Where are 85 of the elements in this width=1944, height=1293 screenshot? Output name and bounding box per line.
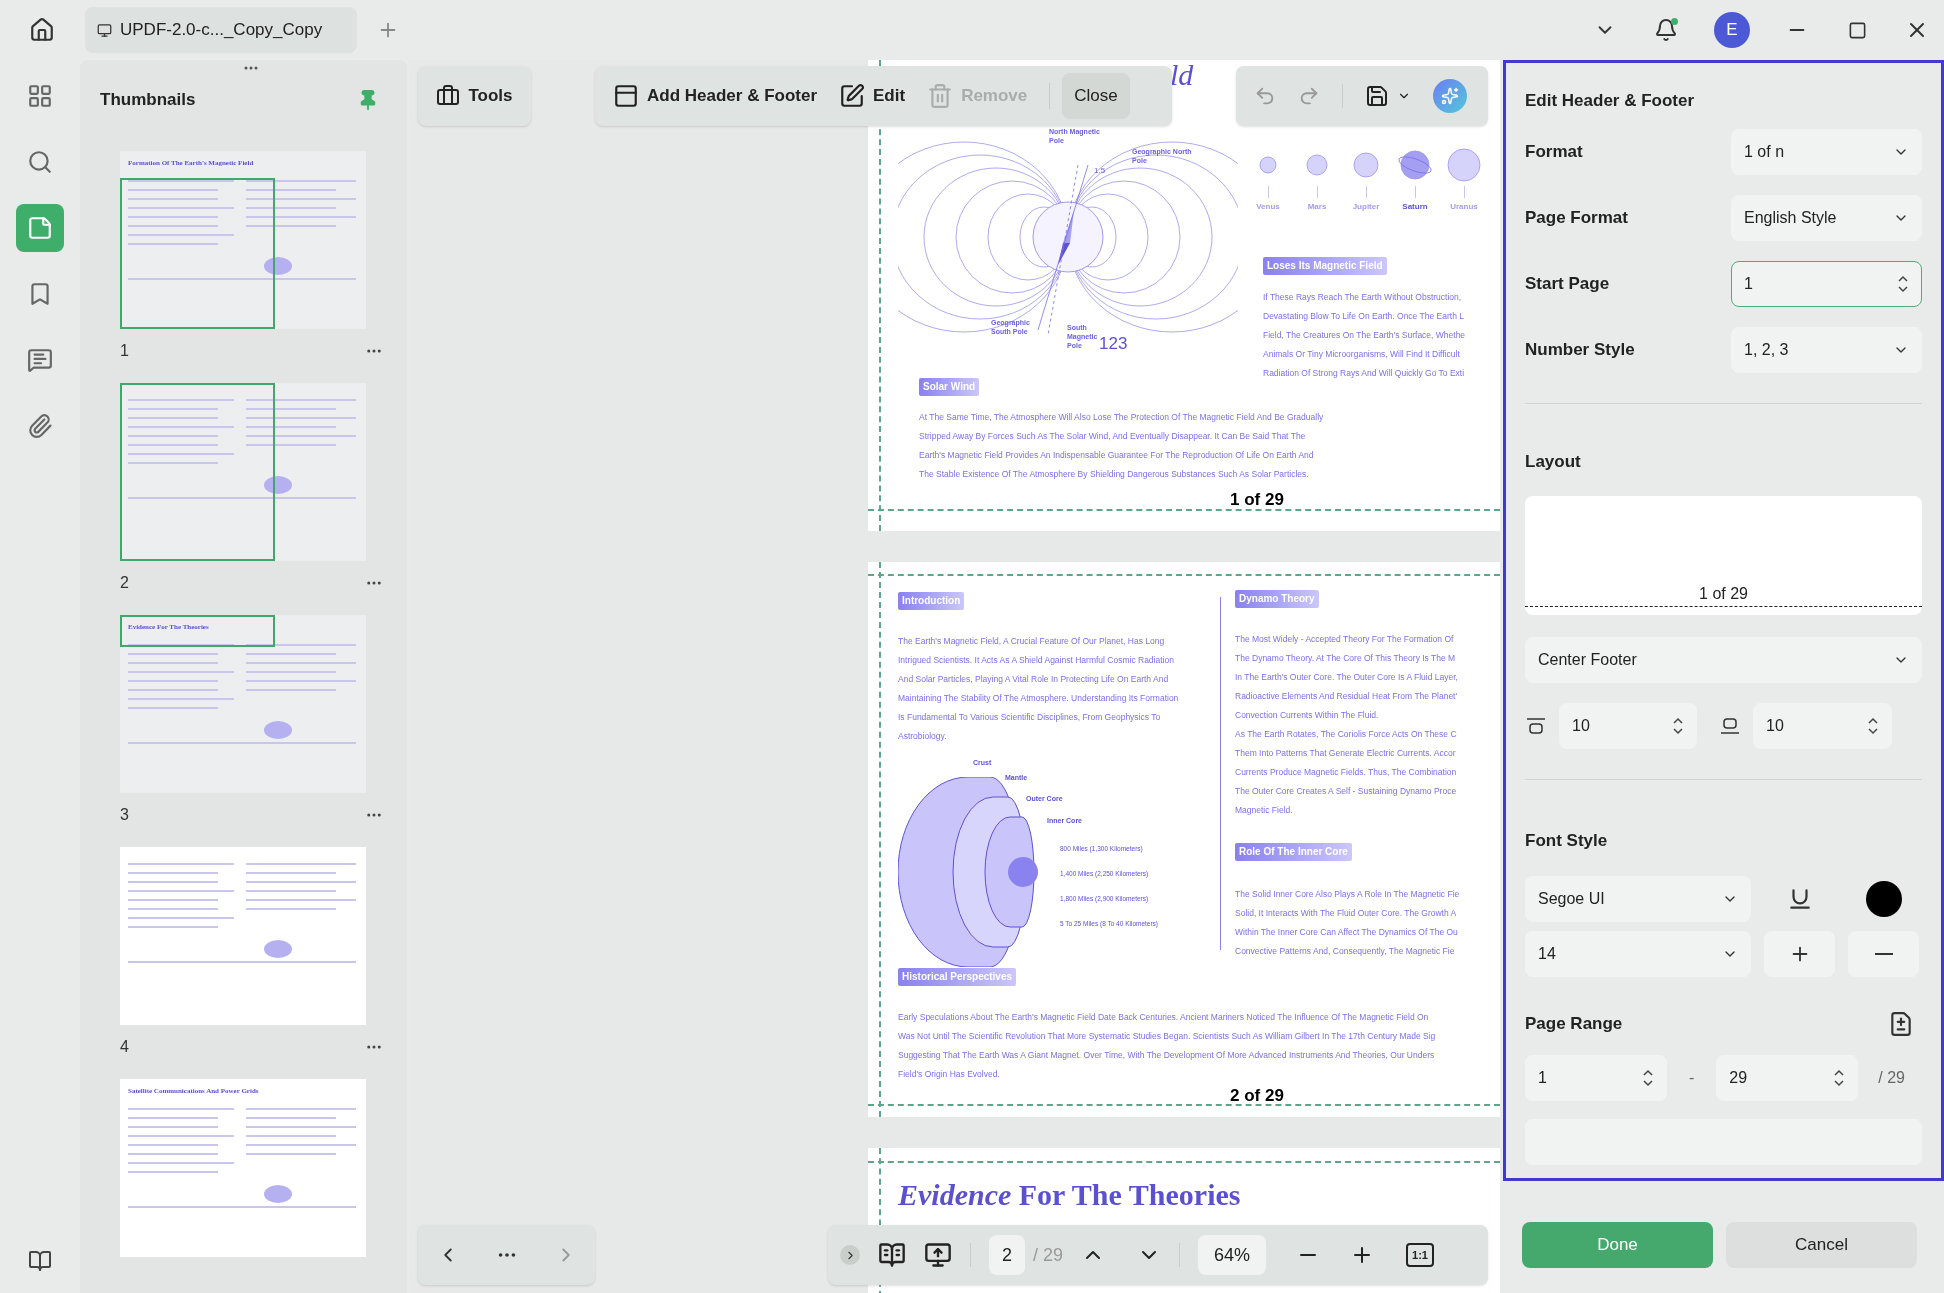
dropdown[interactable]: 1 of n xyxy=(1731,128,1922,175)
header-footer-button[interactable]: Add Header & Footer xyxy=(613,83,818,109)
minus-icon xyxy=(1874,952,1893,955)
page-total: / 29 xyxy=(1033,1243,1064,1267)
section-title: Font Style xyxy=(1525,830,1609,852)
field-label: Start Page xyxy=(1525,272,1610,295)
close-button[interactable]: Close xyxy=(1062,73,1130,119)
expand-button[interactable] xyxy=(840,1245,860,1265)
ai-assistant-button[interactable] xyxy=(1433,79,1467,113)
diagram-label: 1.5 xyxy=(1094,165,1106,177)
field-label: Page Format xyxy=(1525,206,1628,229)
field-label: Number Style xyxy=(1525,338,1635,361)
book-icon[interactable] xyxy=(878,1241,906,1269)
section-heading: Introduction xyxy=(898,592,965,610)
position-dropdown[interactable]: Center Footer xyxy=(1525,637,1922,683)
range-total: / 29 xyxy=(1878,1067,1905,1088)
avatar[interactable]: E xyxy=(1714,12,1750,48)
toolbox-icon xyxy=(436,84,461,108)
actual-size-button[interactable]: 1:1 xyxy=(1406,1243,1434,1267)
range-separator: - xyxy=(1689,1067,1695,1088)
drag-handle-icon[interactable] xyxy=(244,66,258,70)
page-number-text: 123 xyxy=(1099,333,1128,355)
section-title: Layout xyxy=(1525,450,1582,473)
paragraph: The Earth's Magnetic Field, A Crucial Feature Of Our Planet, Has Long Intrigued Scientists. It Acts As A Shield Against Harmful Cosmic Radiation And Solar Particles, Playing A Vital Role In Protecting Life On Earth And Maintaining The Stability Of The Atmosphere. Understanding Its Formation Is Fundamental To Various Scientific Disciplines, From Geophysics To Astrobiology. xyxy=(898,635,1179,743)
paragraph: Early Speculations About The Earth's Magnetic Field Date Back Centuries. Ancient Mariners Noticed The Influence Of The Magnetic Field On Was Not Until The Scientific Revolution That More Systematic Studies Began. Scientists Such As William Gilbert In The 17th Century Made Sig Suggesting That The Earth Was A Giant Magnet. Over Time, With The Development Of More Advanced Instruments And Theories, Our Unders Field's Origin Has Evolved. xyxy=(898,1011,1436,1081)
planet-label: Mars xyxy=(1307,201,1327,213)
section-heading: Role Of The Inner Core xyxy=(1235,843,1352,861)
page-thumbnail[interactable] xyxy=(120,383,366,561)
section-heading: Dynamo Theory xyxy=(1235,590,1319,608)
bottom-margin-icon xyxy=(1719,717,1741,735)
panel-title: Thumbnails xyxy=(100,89,196,112)
page-title: Evidence For The Theories xyxy=(898,1177,1241,1213)
stepper-icon xyxy=(1672,715,1684,737)
page-thumbnail[interactable] xyxy=(120,847,366,1025)
section-heading: Historical Perspectives xyxy=(898,968,1017,986)
notification-button[interactable] xyxy=(1654,18,1678,42)
section-heading: Loses Its Magnetic Field xyxy=(1263,257,1387,275)
presentation-icon[interactable] xyxy=(924,1241,952,1269)
header-icon xyxy=(613,83,639,109)
zoom-field[interactable]: 64% xyxy=(1198,1235,1267,1275)
page-number: 1 xyxy=(120,341,129,361)
preview-text: 1 of 29 xyxy=(1525,582,1922,607)
sparkle-icon xyxy=(1441,87,1459,105)
section-heading: Solar Wind xyxy=(919,378,980,396)
paragraph: At The Same Time, The Atmosphere Will Also Lose The Protection Of The Magnetic Field And Be Gradually Stripped Away By Forces Such As The Solar Wind, And Eventually Disappear. It Can Be Said That The Earth's Magnetic Field Provides An Indispensable Guarantee For The Reproduction Of Life On Earth And The Stable Existence Of The Atmosphere By Shielding Dangerous Substances Such As Solar Particles. xyxy=(919,411,1324,481)
page-input[interactable]: 2 xyxy=(989,1235,1025,1275)
font-dropdown[interactable]: Segoe UI xyxy=(1525,875,1751,922)
planet-label: Saturn xyxy=(1402,201,1428,213)
trash-icon xyxy=(927,83,954,109)
page-number: 3 xyxy=(120,805,129,825)
footer-page-number: 1 of 29 xyxy=(1230,490,1284,509)
save-icon[interactable] xyxy=(1365,84,1389,108)
font-size-dropdown[interactable]: 14 xyxy=(1525,930,1751,977)
number-field[interactable]: 10 xyxy=(1559,703,1697,749)
page-title: ld xyxy=(1170,60,1194,90)
paragraph: The Most Widely - Accepted Theory For The Formation Of The Dynamo Theory. At The Core Of This Theory Is The M In The Earth's Outer Core. The Outer Core Is A Fluid Layer, Radioactive Elements And Residual Heat From The Planet' Convection Currents Within The Fluid. As The Earth Rotates, The Coriolis Force Acts On These C Them Into Patterns That Generate Electric Currents. Accor Currents Produce Magnetic Fields. Thus, The Combination The Outer Core Creates A Self - Sustaining Dynamo Proce Magnetic Field. xyxy=(1235,633,1458,817)
dropdown[interactable]: 1, 2, 3 xyxy=(1731,326,1922,373)
book-icon[interactable] xyxy=(28,1249,52,1273)
number-field[interactable]: 1 xyxy=(1731,260,1922,307)
page-range-icon[interactable] xyxy=(1888,1010,1914,1037)
planet-label: Jupiter xyxy=(1352,201,1380,213)
planet-label: Venus xyxy=(1256,201,1280,213)
stepper-icon xyxy=(1867,715,1879,737)
page-number: 2 xyxy=(120,573,129,593)
pencil-icon xyxy=(839,83,866,109)
monitor-icon xyxy=(97,22,112,38)
document-tab[interactable]: UPDF-2.0-c..._Copy_Copy xyxy=(85,7,357,53)
section-title: Page Range xyxy=(1525,1012,1623,1035)
panel-title: Edit Header & Footer xyxy=(1525,90,1696,112)
paragraph: The Solid Inner Core Also Plays A Role In The Magnetic Fie Solid, It Interacts With The Fluid Outer Core. The Growth A Within The Inner Core Can Affect The Dynamics Of The Ou Convective Patterns And, Consequently, The Magnetic Fie xyxy=(1235,888,1460,958)
number-field[interactable]: 29 xyxy=(1716,1054,1859,1101)
footer-page-number: 2 of 29 xyxy=(1230,1085,1284,1107)
edit-button[interactable]: Edit xyxy=(839,83,906,109)
paragraph: If These Rays Reach The Earth Without Obstruction, Devastating Blow To Life On Earth. Once The Earth L Field, The Creatures On The Earth's Surface, Whethe Animals Or Tiny Microorganisms, Will Find It Difficult Radiation Of Strong Rays And Will Quickly Go To Exti xyxy=(1263,291,1466,380)
maximize-icon[interactable] xyxy=(1848,20,1867,40)
cancel-button[interactable]: Cancel xyxy=(1726,1222,1917,1268)
page-icon[interactable] xyxy=(16,204,64,252)
top-margin-icon xyxy=(1525,717,1547,735)
field-label: Format xyxy=(1525,140,1583,163)
number-field[interactable]: 1 xyxy=(1525,1054,1667,1101)
home-icon[interactable] xyxy=(29,17,55,43)
dropdown[interactable]: English Style xyxy=(1731,194,1922,241)
planet-label: Uranus xyxy=(1450,201,1478,213)
page-number: 4 xyxy=(120,1037,129,1057)
number-field[interactable]: 10 xyxy=(1753,703,1892,749)
